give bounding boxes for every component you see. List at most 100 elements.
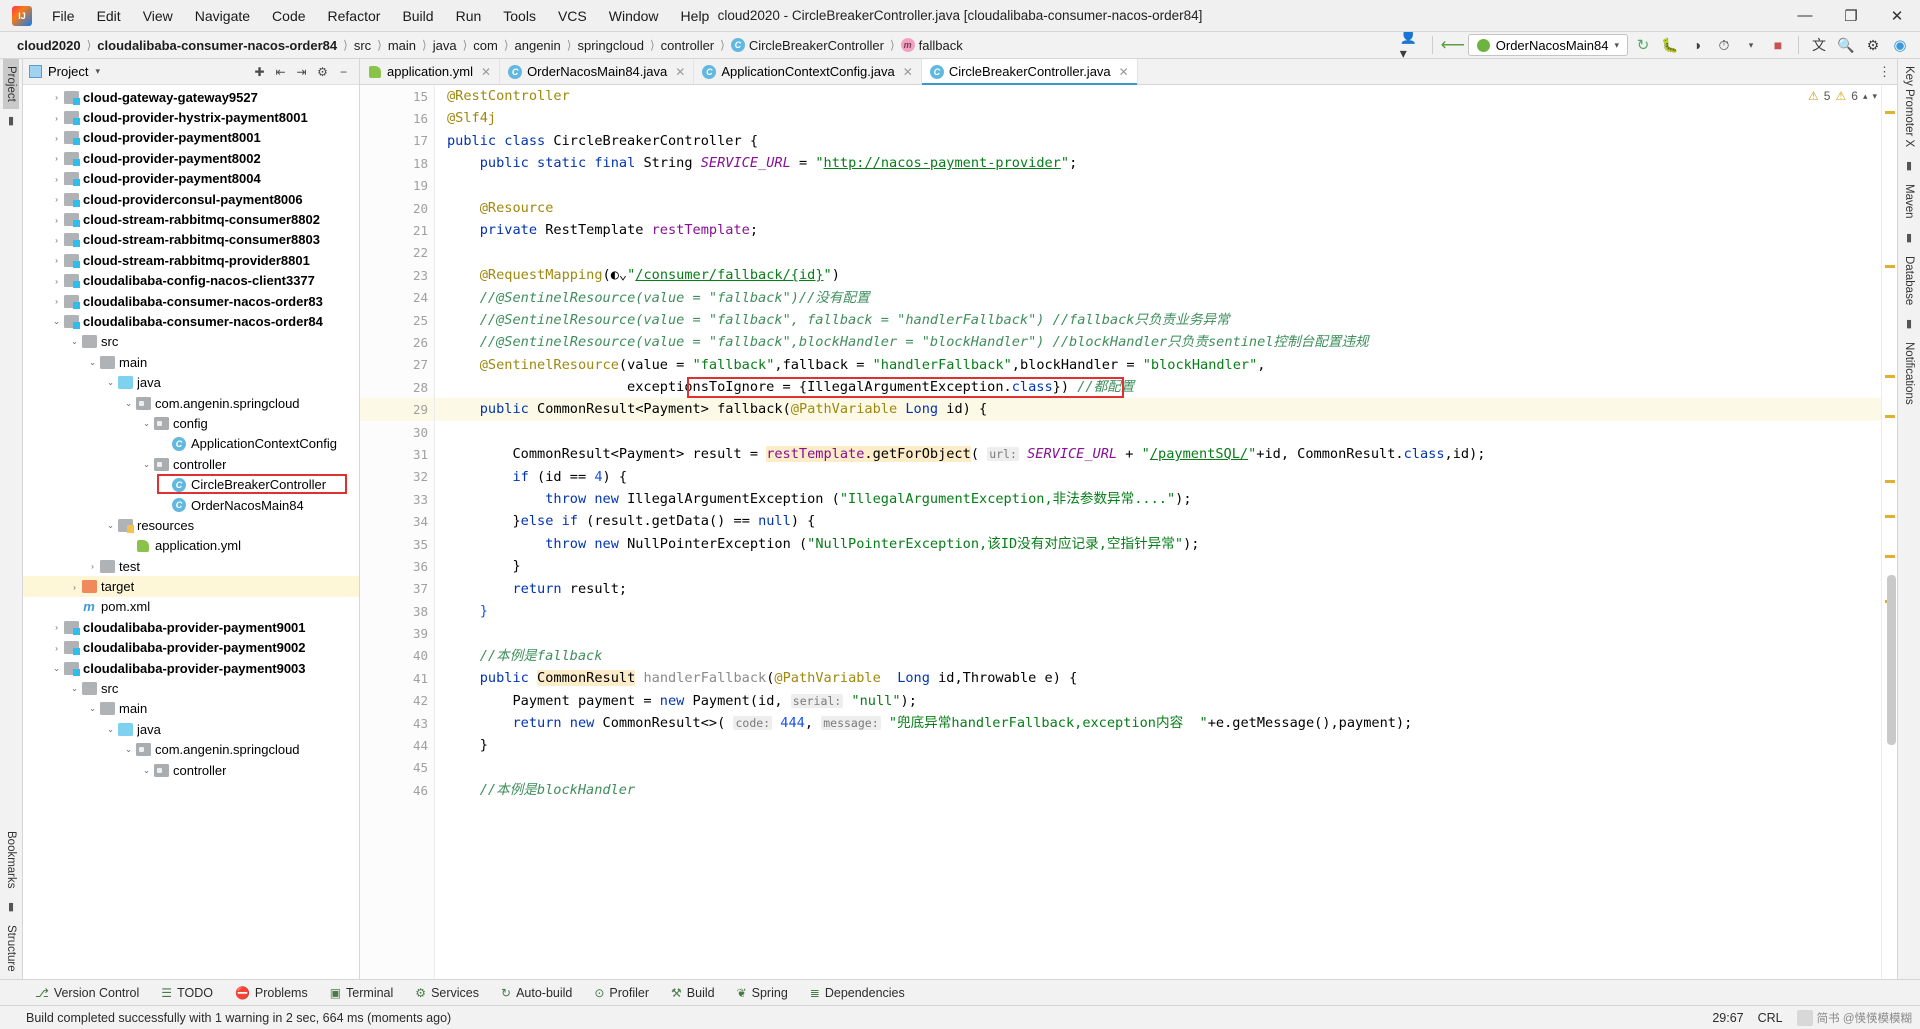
editor-scrollbar-thumb[interactable]: [1887, 575, 1896, 745]
tree-node[interactable]: ›CApplicationContextConfig: [23, 434, 359, 454]
bottom-tool-profiler[interactable]: ⊙ Profiler: [585, 984, 658, 1002]
run-configuration-selector[interactable]: OrderNacosMain84 ▾: [1467, 34, 1628, 56]
tree-expander[interactable]: ›: [69, 582, 80, 592]
inspection-summary[interactable]: ⚠ 5 ⚠ 6 ▴ ▾: [1808, 89, 1877, 103]
tree-expander[interactable]: ›: [51, 153, 62, 163]
editor-tab[interactable]: C OrderNacosMain84.java ✕: [500, 59, 695, 84]
code-line[interactable]: throw new NullPointerException ("NullPoi…: [435, 533, 1881, 555]
line-number[interactable]: 27: [360, 354, 434, 376]
tree-expander[interactable]: ›: [51, 255, 62, 265]
menu-item-vcs[interactable]: VCS: [548, 5, 597, 27]
line-number[interactable]: 26: [360, 331, 434, 353]
code-line[interactable]: }: [435, 734, 1881, 756]
tree-node[interactable]: ⌄ controller: [23, 454, 359, 474]
breadcrumb-item-angenin[interactable]: angenin: [510, 37, 566, 54]
rail-tab-maven[interactable]: Maven: [1901, 177, 1917, 226]
tree-node[interactable]: › cloud-provider-payment8004: [23, 169, 359, 189]
tree-node[interactable]: ›application.yml: [23, 536, 359, 556]
tree-node[interactable]: ›mpom.xml: [23, 597, 359, 617]
rail-tab-notifications[interactable]: Notifications: [1901, 335, 1917, 412]
code-line[interactable]: @Resource: [435, 197, 1881, 219]
inspection-mark[interactable]: [1885, 111, 1895, 114]
code-line[interactable]: return new CommonResult<>( code: 444, me…: [435, 712, 1881, 734]
rail-tab-database[interactable]: Database: [1901, 249, 1917, 312]
tree-expander[interactable]: ⌄: [141, 765, 152, 776]
left-tool-rail[interactable]: Project ▮ Bookmarks ▮ Structure: [0, 59, 23, 979]
rail-tab-bookmarks[interactable]: Bookmarks: [3, 824, 19, 896]
tree-node[interactable]: › cloud-stream-rabbitmq-consumer8802: [23, 209, 359, 229]
tree-expander[interactable]: ›: [51, 113, 62, 123]
line-number[interactable]: 22: [360, 242, 434, 264]
tree-expander[interactable]: ›: [51, 92, 62, 102]
tree-expander[interactable]: ›: [51, 194, 62, 204]
tree-expander[interactable]: ⌄: [51, 316, 62, 327]
line-number[interactable]: 20: [360, 197, 434, 219]
tree-expander[interactable]: ›: [51, 215, 62, 225]
breadcrumb-item-com[interactable]: com: [468, 37, 503, 54]
tree-node[interactable]: ›COrderNacosMain84: [23, 495, 359, 515]
menu-item-navigate[interactable]: Navigate: [185, 5, 260, 27]
code-line[interactable]: [435, 622, 1881, 644]
hide-icon[interactable]: −: [334, 62, 353, 81]
maximize-button[interactable]: ❐: [1828, 0, 1874, 32]
line-number[interactable]: 31: [360, 443, 434, 465]
editor-code[interactable]: @RestController @Slf4j public class Circle…: [435, 85, 1881, 979]
tree-node[interactable]: ⌄ com.angenin.springcloud: [23, 393, 359, 413]
line-number[interactable]: 45: [360, 757, 434, 779]
bottom-tool-problems[interactable]: ⛔ Problems: [226, 984, 317, 1002]
line-number[interactable]: 38: [360, 600, 434, 622]
tree-expander[interactable]: ⌄: [51, 663, 62, 674]
user-dropdown-icon[interactable]: 👤▾: [1400, 28, 1424, 61]
tree-expander[interactable]: ⌄: [87, 357, 98, 368]
gear-icon[interactable]: ⚙: [1861, 34, 1885, 56]
line-separator[interactable]: CRL: [1758, 1011, 1783, 1025]
line-number[interactable]: 41: [360, 667, 434, 689]
tree-expander[interactable]: ›: [51, 276, 62, 286]
hammer-build-icon[interactable]: ⟵: [1441, 34, 1465, 56]
inspection-mark[interactable]: [1885, 415, 1895, 418]
close-icon[interactable]: ✕: [675, 65, 685, 79]
code-line[interactable]: //@SentinelResource(value = "fallback",b…: [435, 331, 1881, 353]
breadcrumb-item-project[interactable]: cloud2020: [12, 37, 86, 54]
line-number[interactable]: 30: [360, 421, 434, 443]
code-line[interactable]: @Slf4j: [435, 107, 1881, 129]
breadcrumb-item-method[interactable]: m fallback: [896, 37, 968, 54]
tree-node[interactable]: ⌄ cloudalibaba-consumer-nacos-order84: [23, 311, 359, 331]
line-number[interactable]: 32: [360, 466, 434, 488]
line-number[interactable]: 46: [360, 779, 434, 801]
debug-icon[interactable]: 🐛: [1658, 34, 1682, 56]
tree-node[interactable]: ⌄ main: [23, 699, 359, 719]
tree-node[interactable]: › cloudalibaba-consumer-nacos-order83: [23, 291, 359, 311]
tree-node[interactable]: › cloudalibaba-provider-payment9002: [23, 638, 359, 658]
bottom-tool-spring[interactable]: ❦ Spring: [728, 984, 797, 1002]
settings-icon[interactable]: ⚙: [313, 62, 332, 81]
menu-item-window[interactable]: Window: [599, 5, 669, 27]
line-number[interactable]: 15: [360, 85, 434, 107]
tree-expander[interactable]: ⌄: [141, 459, 152, 470]
tree-expander[interactable]: ⌄: [141, 418, 152, 429]
tree-node[interactable]: › cloud-providerconsul-payment8006: [23, 189, 359, 209]
code-line[interactable]: @SentinelResource(value = "fallback",fal…: [435, 354, 1881, 376]
search-icon[interactable]: 🔍: [1834, 34, 1858, 56]
code-line[interactable]: }: [435, 600, 1881, 622]
tree-expander[interactable]: ⌄: [69, 336, 80, 347]
line-number[interactable]: 43: [360, 712, 434, 734]
tree-node[interactable]: › cloud-provider-payment8002: [23, 148, 359, 168]
locate-icon[interactable]: ✚: [250, 62, 269, 81]
inspection-mark[interactable]: [1885, 375, 1895, 378]
tree-node[interactable]: ⌄ controller: [23, 760, 359, 780]
code-line[interactable]: @RequestMapping(◐⌄"/consumer/fallback/{i…: [435, 264, 1881, 286]
tree-node[interactable]: ⌄ cloudalibaba-provider-payment9003: [23, 658, 359, 678]
tree-expander[interactable]: ⌄: [123, 744, 134, 755]
tree-node[interactable]: ⌄ config: [23, 413, 359, 433]
chevron-down-icon[interactable]: ▾: [1739, 34, 1763, 56]
bottom-tool-auto-build[interactable]: ↻ Auto-build: [492, 984, 581, 1002]
code-line[interactable]: //本例是blockHandler: [435, 779, 1881, 801]
editor-tabs-menu[interactable]: ⋮: [1872, 59, 1897, 84]
editor-tabs[interactable]: application.yml ✕ C OrderNacosMain84.java ✕ C…: [360, 59, 1897, 85]
more-options-icon[interactable]: ⋮: [1878, 64, 1891, 80]
tree-node[interactable]: ⌄ main: [23, 352, 359, 372]
code-line[interactable]: public class CircleBreakerController {: [435, 130, 1881, 152]
tree-node[interactable]: › cloud-provider-payment8001: [23, 128, 359, 148]
toolbar-right[interactable]: 👤▾ ⟵ OrderNacosMain84 ▾ ↻ 🐛 ◑ ⏱ ▾ ■ 文 🔍 …: [1400, 28, 1920, 61]
